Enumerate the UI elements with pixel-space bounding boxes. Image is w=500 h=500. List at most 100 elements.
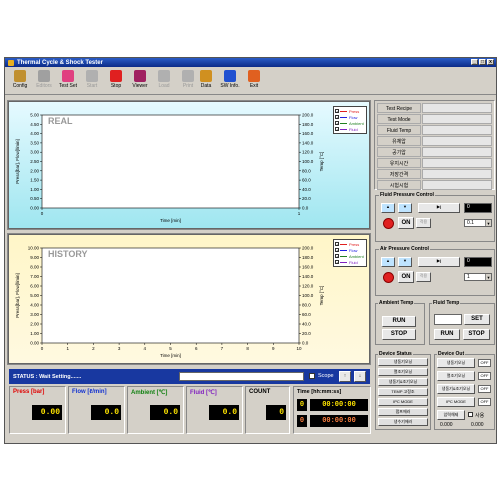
chart-svg: REAL0.000.501.001.502.002.503.003.504.00… xyxy=(15,113,324,224)
device-out-item[interactable]: 열조기오닝 xyxy=(437,371,475,381)
legend-line xyxy=(340,255,347,257)
air-pressure-title: Air Pressure Control xyxy=(379,246,430,252)
air_pressure-select[interactable]: 1 ▼ xyxy=(464,273,492,281)
toolbar-stop-button[interactable]: Stop xyxy=(103,70,129,92)
legend-entry[interactable]: ✓ Fluid xyxy=(335,259,365,265)
info-table: Test Recipe Test Mode Fluid Temp 유체압 공기압 유지시간… xyxy=(374,100,495,190)
pressure-release-checkbox[interactable] xyxy=(468,412,473,417)
y2-tick-label: 0.0 xyxy=(302,206,309,211)
scope-label: Scope xyxy=(318,373,334,379)
legend-checkbox[interactable]: ✓ xyxy=(335,109,339,114)
y2-tick-label: 20.0 xyxy=(302,331,311,336)
y-tick-label: 7.00 xyxy=(30,274,39,279)
info-row: 저장간격 xyxy=(375,169,494,180)
device-out-state[interactable]: OFF xyxy=(478,359,491,367)
y2-tick-label: 0.0 xyxy=(302,341,309,346)
device-out-state[interactable]: OFF xyxy=(478,385,491,393)
toolbar-editors-button[interactable]: Editors xyxy=(31,70,57,92)
device-out-item[interactable]: IPC MODE xyxy=(437,397,475,407)
legend-checkbox[interactable]: ✓ xyxy=(335,248,339,253)
y2-tick-label: 40.0 xyxy=(302,322,311,327)
scroll-down-button[interactable]: ↓ xyxy=(354,371,366,382)
y2-tick-label: 200.0 xyxy=(302,246,314,251)
air_pressure-on-button[interactable]: ON xyxy=(398,271,414,283)
info-row: 공기압 xyxy=(375,147,494,158)
close-button[interactable]: x xyxy=(487,59,494,65)
status-field xyxy=(179,372,304,381)
fluid_pressure-up-button[interactable]: ▲ xyxy=(381,203,395,213)
legend-checkbox[interactable]: ✓ xyxy=(335,115,339,120)
air_pressure-stop-icon[interactable] xyxy=(383,272,394,283)
readout-0: Press [bar] 0.00 xyxy=(9,386,66,434)
scope-checkbox[interactable] xyxy=(309,373,315,379)
legend-entry[interactable]: ✓ Fluid xyxy=(335,126,365,132)
x-tick-label: 1 xyxy=(66,346,69,351)
fluid_pressure-stop-icon[interactable] xyxy=(383,218,394,229)
info-value xyxy=(422,103,492,113)
toolbar-test-set-button[interactable]: Test Set xyxy=(55,70,81,92)
air_pressure-down-button[interactable]: ▼ xyxy=(398,257,412,267)
toolbar: Config Editors Test Set Start Stop Viewer Load… xyxy=(5,68,496,95)
scroll-up-button[interactable]: ↑ xyxy=(339,371,351,382)
device-out-item[interactable]: 냉동기오닝 xyxy=(437,358,475,368)
toolbar-viewer-button[interactable]: Viewer xyxy=(127,70,153,92)
chart-title: HISTORY xyxy=(48,249,88,259)
air_pressure-mode-button[interactable]: 적용 xyxy=(416,272,431,282)
readout-value: 0.00 xyxy=(32,405,62,420)
time-count-1: 0 xyxy=(297,399,307,411)
fluid_pressure-value: 0 xyxy=(464,203,492,213)
device-out-item[interactable]: 냉동기&조기오닝 xyxy=(437,384,475,394)
fluid-temp-set-button[interactable]: SET xyxy=(464,314,490,325)
y-tick-label: 10.00 xyxy=(28,246,40,251)
history-chart-panel: HISTORY 0.00 1.00 2.00 3.00 4.00 5.00 6.00 7.00 8… xyxy=(7,233,371,365)
fluid-temp-input[interactable] xyxy=(434,314,462,325)
y-tick-label: 3.00 xyxy=(30,312,39,317)
info-row: 시험시험 xyxy=(375,180,494,191)
toolbar-data-button[interactable]: Data xyxy=(193,70,219,92)
ambient-run-button[interactable]: RUN xyxy=(382,316,416,327)
fluid_pressure-play-button[interactable]: ▶| xyxy=(418,203,460,213)
toolbar-config-button[interactable]: Config xyxy=(7,70,33,92)
fluid_pressure-down-button[interactable]: ▼ xyxy=(398,203,412,213)
pressure-release-button[interactable]: 압력해제 xyxy=(437,410,465,420)
fluid_pressure-on-button[interactable]: ON xyxy=(398,217,414,229)
device-status-item: IPC MODE xyxy=(378,398,428,406)
device-out-state[interactable]: OFF xyxy=(478,372,491,380)
info-row: 유체압 xyxy=(375,136,494,147)
toolbar-exit-button[interactable]: Exit xyxy=(241,70,267,92)
fluid_pressure-select[interactable]: 0.1 ▼ xyxy=(464,219,492,227)
legend-checkbox[interactable]: ✓ xyxy=(335,121,339,126)
info-icon xyxy=(224,70,236,82)
app-icon xyxy=(8,59,14,66)
legend-checkbox[interactable]: ✓ xyxy=(335,260,339,265)
toolbar-start-button[interactable]: Start xyxy=(79,70,105,92)
legend-line xyxy=(340,249,347,251)
title-bar: Thermal Cycle & Shock Tester _ □ x xyxy=(5,58,496,67)
legend-checkbox[interactable]: ✓ xyxy=(335,254,339,259)
info-value xyxy=(422,169,492,179)
fluid-temp-run-button[interactable]: RUN xyxy=(434,329,460,340)
maximize-button[interactable]: □ xyxy=(479,59,486,65)
air_pressure-up-button[interactable]: ▲ xyxy=(381,257,395,267)
toolbar-sw-info-button[interactable]: SW Info. xyxy=(217,70,243,92)
fluid-temp-stop-button[interactable]: STOP xyxy=(463,329,490,340)
pressure-release-label: 사용 xyxy=(475,413,485,419)
y2-tick-label: 180.0 xyxy=(302,122,314,127)
y-tick-label: 2.00 xyxy=(30,322,39,327)
fluid_pressure-mode-button[interactable]: 적용 xyxy=(416,218,431,228)
y2-tick-label: 100.0 xyxy=(302,159,314,164)
x-tick-label: 2 xyxy=(92,346,95,351)
toolbar-label: Config xyxy=(12,83,28,89)
legend-label: Flow xyxy=(349,247,358,253)
device-out-state[interactable]: OFF xyxy=(478,398,491,406)
air_pressure-play-button[interactable]: ▶| xyxy=(418,257,460,267)
ambient-stop-button[interactable]: STOP xyxy=(382,329,416,340)
x-tick-label: 0 xyxy=(41,346,44,351)
legend-label: Ambient xyxy=(349,120,364,126)
toolbar-load-button[interactable]: Load xyxy=(151,70,177,92)
legend-checkbox[interactable]: ✓ xyxy=(335,242,339,247)
minimize-button[interactable]: _ xyxy=(471,59,478,65)
info-label: 유체압 xyxy=(377,136,421,146)
legend-checkbox[interactable]: ✓ xyxy=(335,127,339,132)
y-tick-label: 2.50 xyxy=(30,159,39,164)
